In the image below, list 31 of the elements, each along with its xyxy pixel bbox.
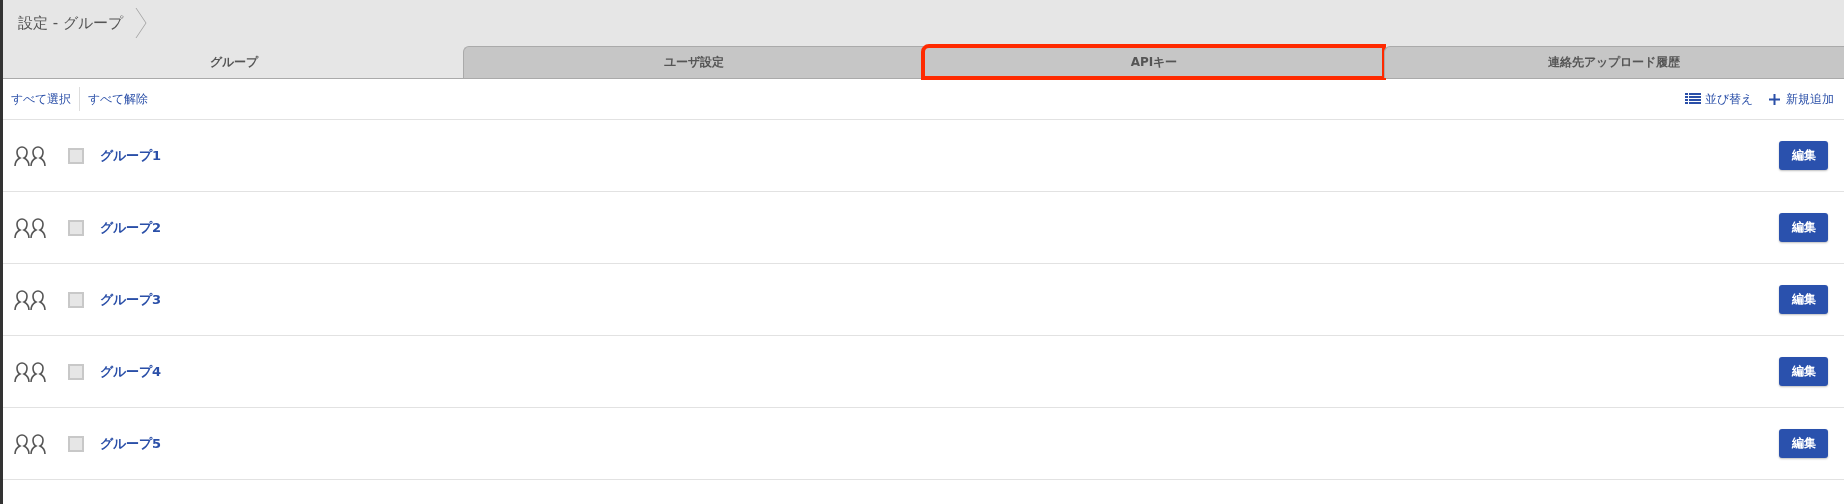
group-icon xyxy=(14,144,48,167)
edit-button[interactable]: 編集 xyxy=(1779,429,1828,458)
group-icon xyxy=(14,432,48,455)
checkbox[interactable] xyxy=(68,291,84,308)
checkbox[interactable] xyxy=(68,363,84,380)
sort-link[interactable]: 並び替え xyxy=(1705,90,1753,108)
add-link[interactable]: 新規追加 xyxy=(1786,90,1834,108)
group-icon xyxy=(14,288,48,311)
checkbox[interactable] xyxy=(68,147,84,164)
edit-button[interactable]: 編集 xyxy=(1779,285,1828,314)
group-name-link[interactable]: グループ4 xyxy=(100,362,162,381)
edit-button[interactable]: 編集 xyxy=(1779,357,1828,386)
group-name-link[interactable]: グループ3 xyxy=(100,290,162,309)
plus-icon xyxy=(1769,93,1780,105)
tab[interactable]: APIキー xyxy=(923,46,1384,78)
breadcrumb-title: 設定 - グループ xyxy=(18,13,123,33)
checkbox[interactable] xyxy=(68,219,84,236)
chevron-icon xyxy=(134,7,147,39)
group-name-link[interactable]: グループ2 xyxy=(100,218,162,237)
group-icon xyxy=(14,360,48,383)
edit-button[interactable]: 編集 xyxy=(1779,141,1828,170)
group-icon xyxy=(14,216,48,239)
group-name-link[interactable]: グループ1 xyxy=(100,146,162,165)
list-icon xyxy=(1685,92,1701,106)
tab[interactable]: 連絡先アップロード履歴 xyxy=(1383,46,1844,78)
edit-button[interactable]: 編集 xyxy=(1779,213,1828,242)
select-all-link[interactable]: すべて選択 xyxy=(11,90,71,108)
checkbox[interactable] xyxy=(68,435,84,452)
deselect-all-link[interactable]: すべて解除 xyxy=(88,90,148,108)
group-name-link[interactable]: グループ5 xyxy=(100,434,162,453)
tab[interactable]: ユーザ設定 xyxy=(463,46,924,78)
